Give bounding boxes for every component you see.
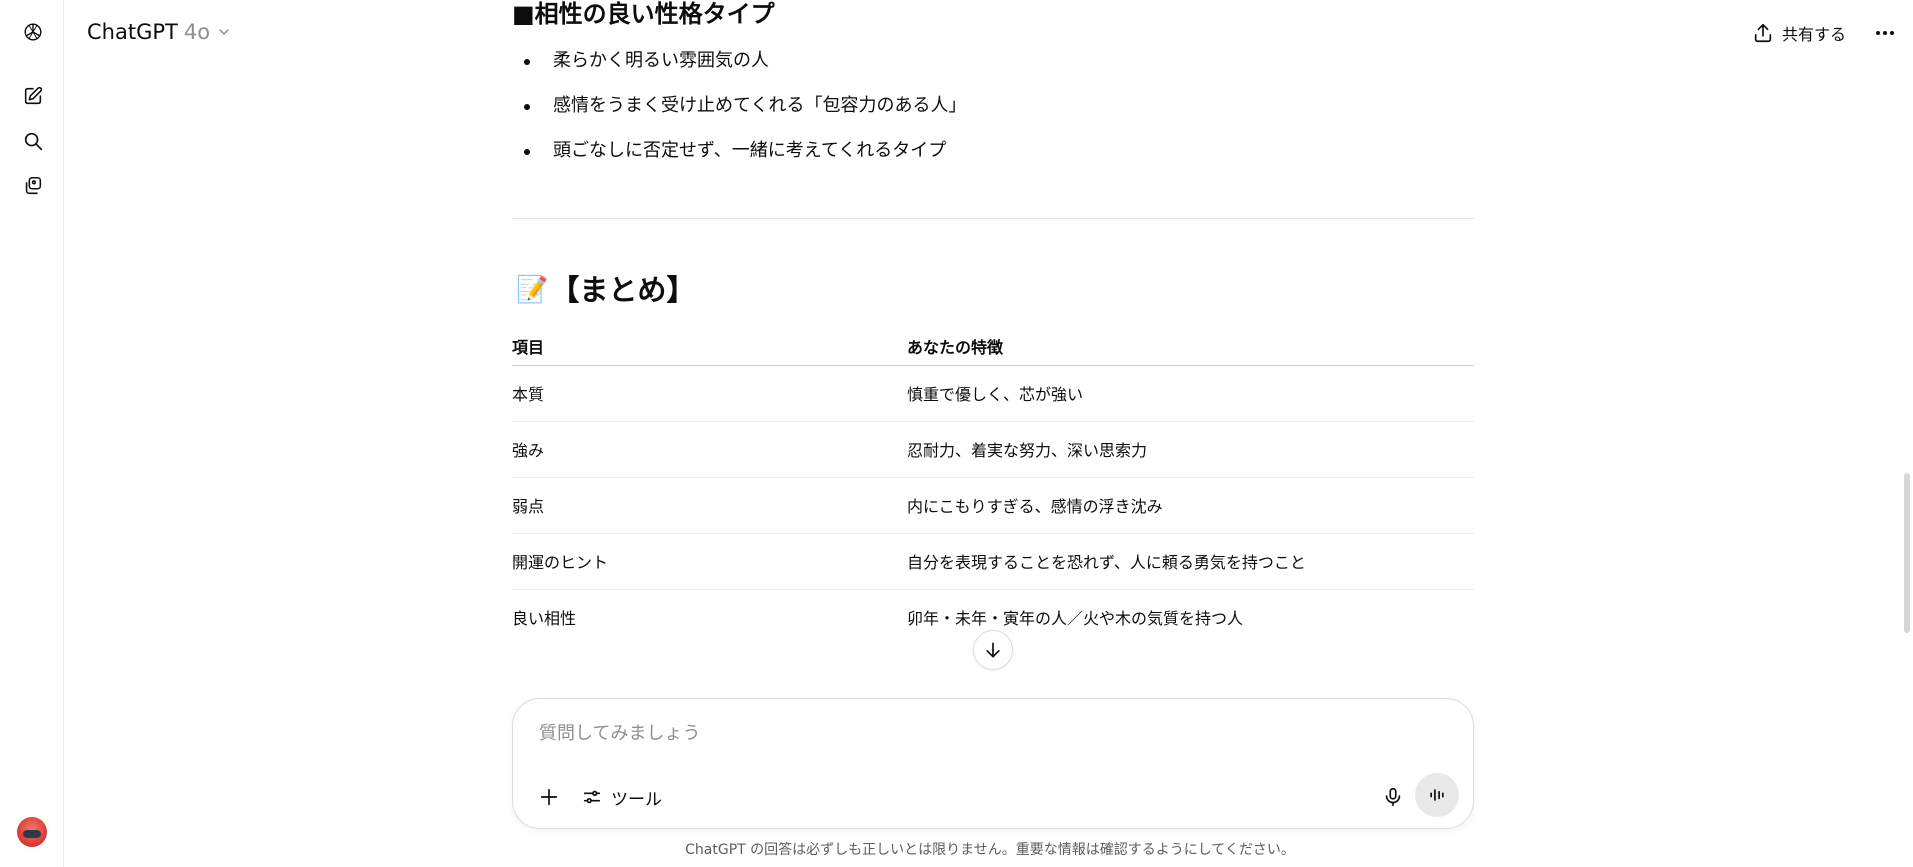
- table-row: 強み 忍耐力、着実な努力、深い思索力: [512, 421, 1474, 478]
- summary-heading: 📝 【まとめ】: [516, 272, 695, 308]
- share-icon: [1754, 23, 1772, 43]
- table-row: 弱点 内にこもりすぎる、感情の浮き沈み: [512, 477, 1474, 534]
- arrow-down-icon: [986, 642, 1000, 658]
- list-item: 柔らかく明るい雰囲気の人: [512, 46, 1474, 91]
- voice-mode-button[interactable]: [1415, 773, 1459, 817]
- table-cell: 弱点: [512, 477, 907, 534]
- attach-button[interactable]: [531, 779, 567, 815]
- table-cell: 忍耐力、着実な努力、深い思索力: [907, 421, 1474, 478]
- scroll-to-bottom-button[interactable]: [973, 630, 1013, 670]
- sliders-icon: [583, 790, 601, 804]
- new-chat-icon[interactable]: [16, 79, 50, 113]
- search-icon[interactable]: [16, 124, 50, 158]
- tools-button[interactable]: ツール: [581, 779, 662, 815]
- library-icon[interactable]: [16, 169, 50, 203]
- bullet-list: 柔らかく明るい雰囲気の人 感情をうまく受け止めてくれる「包容力のある人」 頭ごな…: [512, 46, 1474, 181]
- openai-logo-icon[interactable]: [16, 15, 50, 49]
- sidebar-rail: [0, 0, 64, 867]
- table-row: 本質 慎重で優しく、芯が強い: [512, 365, 1474, 422]
- column-header: 項目: [512, 330, 907, 366]
- summary-table: 項目 あなたの特徴 本質 慎重で優しく、芯が強い 強み 忍耐力、着実な努力、深い…: [512, 330, 1474, 645]
- table-cell: 本質: [512, 365, 907, 422]
- chevron-down-icon: [219, 29, 229, 35]
- tools-label: ツール: [611, 789, 662, 810]
- table-cell: 開運のヒント: [512, 533, 907, 590]
- memo-icon: 📝: [516, 275, 549, 305]
- share-label: 共有する: [1782, 25, 1847, 44]
- model-selector[interactable]: ChatGPT 4o: [87, 19, 232, 45]
- table-cell: 内にこもりすぎる、感情の浮き沈み: [907, 477, 1474, 534]
- app-title: ChatGPT: [87, 20, 178, 44]
- divider: [512, 218, 1474, 219]
- dictate-button[interactable]: [1375, 779, 1411, 815]
- section-heading: ■相性の良い性格タイプ: [512, 0, 775, 28]
- list-item: 頭ごなしに否定せず、一緒に考えてくれるタイプ: [512, 136, 1474, 181]
- prompt-input[interactable]: [539, 719, 1439, 747]
- scrollbar-thumb[interactable]: [1904, 473, 1910, 633]
- plus-icon: [540, 788, 558, 806]
- table-row: 開運のヒント 自分を表現することを恐れず、人に頼る勇気を持つこと: [512, 533, 1474, 590]
- table-cell: 良い相性: [512, 609, 577, 629]
- share-button[interactable]: 共有する: [1752, 18, 1846, 48]
- table-cell: 自分を表現することを恐れず、人に頼る勇気を持つこと: [907, 533, 1474, 590]
- table-header-row: 項目 あなたの特徴: [512, 330, 1474, 366]
- microphone-icon: [1385, 787, 1401, 807]
- summary-title: 【まとめ】: [550, 273, 696, 307]
- disclaimer: ChatGPT の回答は必ずしも正しいとは限りません。重要な情報は確認するように…: [685, 842, 1295, 858]
- list-item: 感情をうまく受け止めてくれる「包容力のある人」: [512, 91, 1474, 136]
- column-header: あなたの特徴: [907, 330, 1474, 366]
- table-cell: 強み: [512, 421, 907, 478]
- more-horizontal-icon: [1876, 31, 1894, 35]
- table-cell: 慎重で優しく、芯が強い: [907, 365, 1474, 422]
- voice-waveform-icon: [1430, 789, 1444, 801]
- model-name: 4o: [183, 20, 211, 44]
- more-options-button[interactable]: [1870, 18, 1900, 48]
- composer: ツール: [512, 698, 1474, 829]
